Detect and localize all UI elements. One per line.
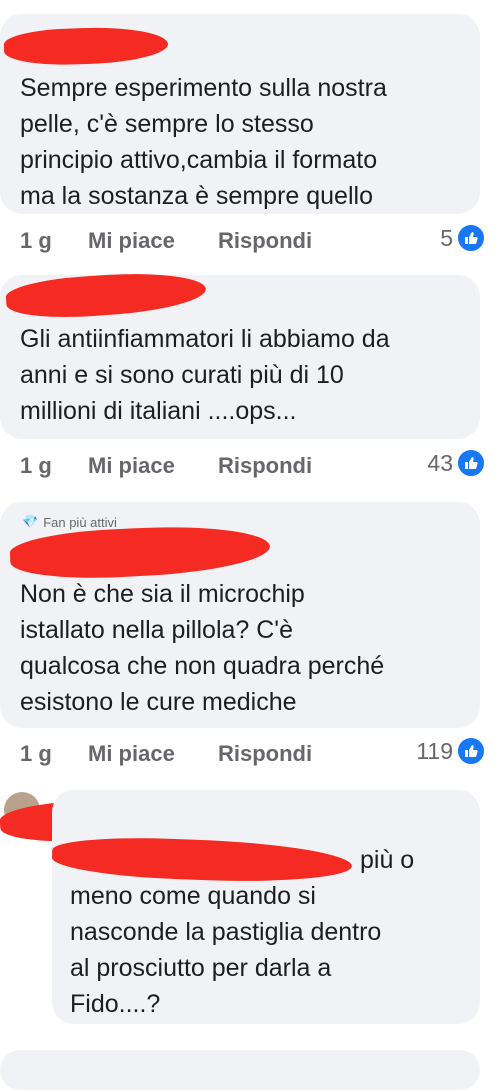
reply-button[interactable]: Rispondi xyxy=(218,741,312,767)
reply-button[interactable]: Rispondi xyxy=(218,453,312,479)
reaction-count-1[interactable]: 5 xyxy=(440,223,486,253)
like-button[interactable]: Mi piace xyxy=(88,741,218,767)
comment-bubble-4: più o meno come quando si nasconde la pa… xyxy=(51,790,480,1024)
reaction-count: 5 xyxy=(440,224,453,251)
redacted-author-name xyxy=(3,25,169,67)
comment-text: più o meno come quando si nasconde la pa… xyxy=(70,846,415,1018)
reply-button[interactable]: Rispondi xyxy=(218,228,312,254)
comment-time: 1 g xyxy=(20,741,52,766)
comment-text: Gli antiinfiammatori li abbiamo da anni … xyxy=(20,325,390,425)
redacted-author-name xyxy=(4,268,208,322)
like-reaction-icon xyxy=(456,736,486,766)
reaction-count: 119 xyxy=(416,737,453,764)
comment-bubble-1: Sempre esperimento sulla nostra pelle, c… xyxy=(0,14,480,214)
diamond-icon: 💎 xyxy=(22,514,39,529)
redacted-author-name xyxy=(8,521,272,583)
top-fan-badge: 💎 Fan più attivi xyxy=(22,514,117,530)
like-button[interactable]: Mi piace xyxy=(88,228,218,254)
comment-text: Sempre esperimento sulla nostra pelle, c… xyxy=(20,74,387,210)
reaction-count: 43 xyxy=(427,449,453,476)
next-comment-bubble xyxy=(0,1050,480,1090)
badge-label: Fan più attivi xyxy=(43,514,117,530)
like-button[interactable]: Mi piace xyxy=(88,453,218,479)
comment-text: Non è che sia il microchip istallato nel… xyxy=(20,580,385,716)
reaction-count-3[interactable]: 119 xyxy=(416,736,486,766)
comment-actions-2: 1 g Mi piace Rispondi xyxy=(20,446,486,486)
comment-time: 1 g xyxy=(20,228,52,253)
comment-actions-1: 1 g Mi piace Rispondi xyxy=(20,221,486,261)
like-reaction-icon xyxy=(456,223,486,253)
comment-bubble-2: Gli antiinfiammatori li abbiamo da anni … xyxy=(0,268,480,439)
like-reaction-icon xyxy=(456,448,486,478)
comment-bubble-3: 💎 Fan più attivi Non è che sia il microc… xyxy=(0,502,480,728)
reaction-count-2[interactable]: 43 xyxy=(427,448,486,478)
comment-time: 1 g xyxy=(20,453,52,478)
